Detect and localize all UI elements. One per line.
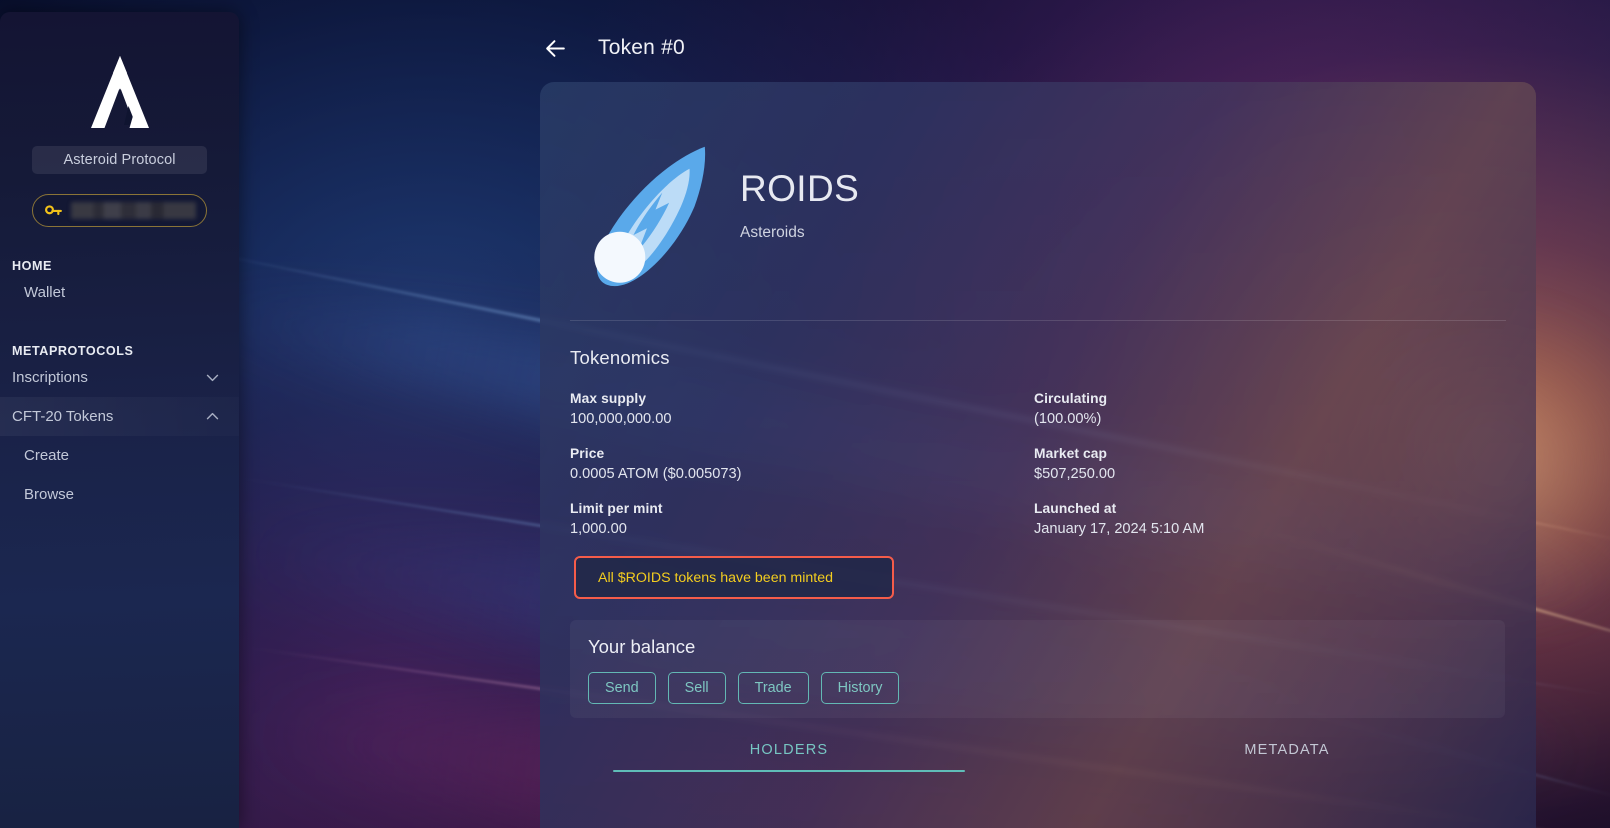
stat-circulating: Circulating (100.00%) <box>1034 391 1498 427</box>
chevron-down-icon <box>206 374 219 382</box>
your-balance-panel: Your balance Send Sell Trade History <box>570 620 1505 718</box>
back-button[interactable] <box>540 33 570 63</box>
sidebar-item-wallet[interactable]: Wallet <box>0 273 239 312</box>
stat-price: Price 0.0005 ATOM ($0.005073) <box>570 446 1034 482</box>
sidebar-item-label: Wallet <box>24 284 66 301</box>
stat-limit-per-mint: Limit per mint 1,000.00 <box>570 501 1034 537</box>
stat-value: 0.0005 ATOM ($0.005073) <box>570 466 742 482</box>
brand-name-pill: Asteroid Protocol <box>32 146 207 174</box>
tokenomics-stats: Max supply 100,000,000.00 Price 0.0005 A… <box>540 369 1536 599</box>
tokenomics-right-column: Circulating (100.00%) Market cap $507,25… <box>1034 391 1498 599</box>
sidebar-item-label: CFT-20 Tokens <box>12 408 114 425</box>
stat-label: Price <box>570 446 605 461</box>
chevron-up-icon <box>206 412 219 420</box>
tokenomics-left-column: Max supply 100,000,000.00 Price 0.0005 A… <box>570 391 1034 599</box>
wallet-address-redacted <box>71 202 196 219</box>
minted-out-alert-text: All $ROIDS tokens have been minted <box>598 569 834 586</box>
sidebar-section-home-heading: HOME <box>12 259 52 273</box>
detail-tabs: HOLDERS METADATA <box>540 742 1536 772</box>
sidebar-item-label: Browse <box>24 486 75 503</box>
token-header: ROIDS Asteroids <box>540 82 1536 298</box>
comet-icon <box>594 146 706 287</box>
token-symbol: ROIDS <box>740 168 860 209</box>
tab-holders[interactable]: HOLDERS <box>540 742 1038 772</box>
tokenomics-title: Tokenomics <box>570 347 670 368</box>
sidebar-item-browse[interactable]: Browse <box>0 475 239 514</box>
your-balance-title: Your balance <box>588 636 696 657</box>
topbar: Token #0 <box>239 0 1610 96</box>
wallet-address-pill[interactable] <box>32 194 207 227</box>
trade-button[interactable]: Trade <box>737 672 809 704</box>
sidebar-item-cft20-tokens[interactable]: CFT-20 Tokens <box>0 397 239 436</box>
stat-value: $507,250.00 <box>1034 466 1116 482</box>
stat-label: Market cap <box>1034 446 1108 461</box>
stat-label: Circulating <box>1034 391 1108 406</box>
token-identity: ROIDS Asteroids <box>740 168 859 258</box>
sidebar-section-metaprotocols-heading: METAPROTOCOLS <box>12 344 134 358</box>
stat-value: 100,000,000.00 <box>570 411 672 427</box>
send-button[interactable]: Send <box>588 672 656 704</box>
brand-name-label: Asteroid Protocol <box>63 152 176 168</box>
balance-action-buttons: Send Sell Trade History <box>570 658 1505 704</box>
stat-max-supply: Max supply 100,000,000.00 <box>570 391 1034 427</box>
stat-value: 1,000.00 <box>570 521 627 537</box>
stat-value: (100.00%) <box>1034 411 1102 427</box>
token-name: Asteroids <box>740 224 805 241</box>
token-detail-card: ROIDS Asteroids Tokenomics Max supply 10… <box>540 82 1536 828</box>
stat-label: Limit per mint <box>570 501 663 516</box>
key-icon <box>45 204 62 215</box>
minted-out-alert: All $ROIDS tokens have been minted <box>574 556 894 599</box>
stat-label: Max supply <box>570 391 647 406</box>
arrow-left-icon <box>545 39 565 57</box>
sidebar-item-label: Inscriptions <box>12 369 88 386</box>
sidebar-item-label: Create <box>24 447 70 464</box>
sell-button[interactable]: Sell <box>667 672 726 704</box>
stat-value: January 17, 2024 5:10 AM <box>1034 521 1205 537</box>
asteroid-logo-icon <box>90 56 149 128</box>
brand-logo[interactable] <box>0 12 239 132</box>
page-title: Token #0 <box>598 36 685 59</box>
sidebar-item-inscriptions[interactable]: Inscriptions <box>0 358 239 397</box>
tab-metadata[interactable]: METADATA <box>1038 742 1536 772</box>
stat-market-cap: Market cap $507,250.00 <box>1034 446 1498 482</box>
stat-launched-at: Launched at January 17, 2024 5:10 AM <box>1034 501 1498 537</box>
sidebar: Asteroid Protocol HOME Wallet METAPROTOC… <box>0 12 239 828</box>
sidebar-item-create[interactable]: Create <box>0 436 239 475</box>
history-button[interactable]: History <box>820 672 900 704</box>
stat-label: Launched at <box>1034 501 1117 516</box>
